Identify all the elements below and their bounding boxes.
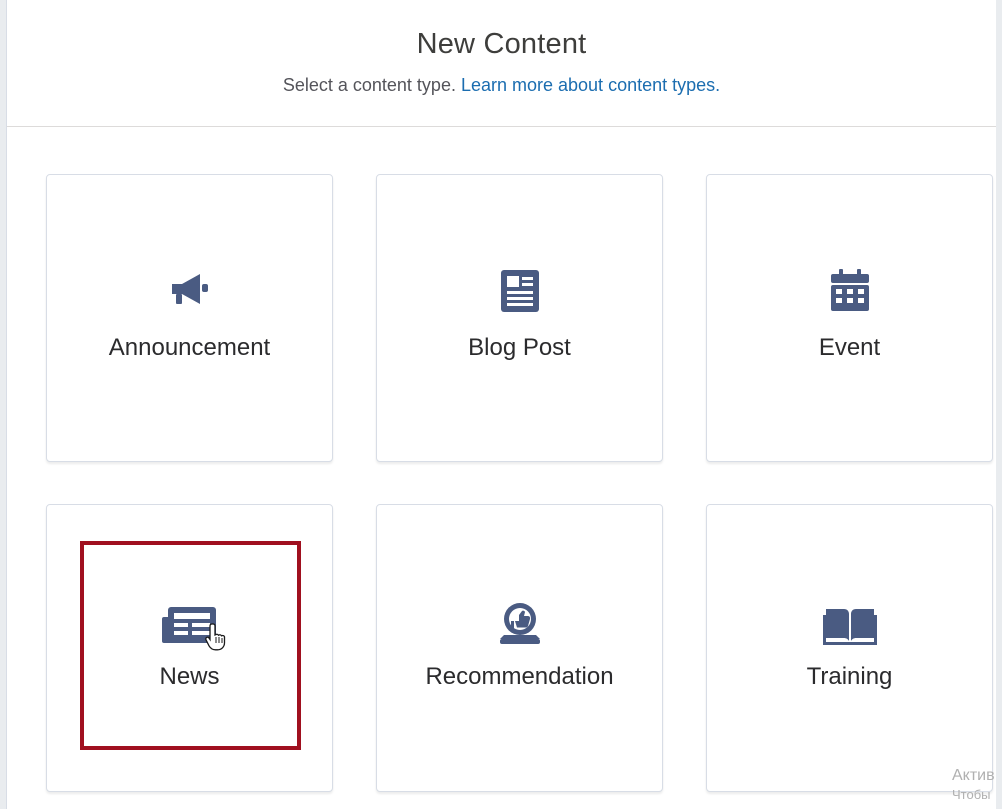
calendar-icon	[830, 269, 869, 311]
tile-label: Recommendation	[425, 663, 614, 690]
modal-subtitle: Select a content type. Learn more about …	[7, 75, 996, 96]
tile-training[interactable]: Training	[706, 504, 993, 792]
watermark: Актив Чтобы	[952, 766, 995, 804]
tile-recommendation[interactable]: Recommendation	[376, 504, 663, 792]
watermark-line1: Актив	[952, 767, 995, 784]
open-book-icon	[822, 609, 877, 645]
tile-label: Announcement	[108, 334, 271, 361]
tile-label: Event	[818, 334, 881, 361]
highlight-box	[80, 541, 301, 750]
tile-blog-post[interactable]: Blog Post	[376, 174, 663, 462]
modal-title: New Content	[416, 28, 587, 60]
tile-label: Blog Post	[468, 334, 571, 361]
modal-header: New Content Select a content type. Learn…	[7, 0, 996, 127]
hand-cursor-icon	[205, 623, 226, 651]
learn-more-link[interactable]: Learn more about content types.	[461, 75, 720, 95]
tile-label: Training	[806, 663, 893, 690]
watermark-line2: Чтобы	[952, 786, 991, 802]
tile-announcement[interactable]: Announcement	[46, 174, 333, 462]
tile-event[interactable]: Event	[706, 174, 993, 462]
megaphone-icon	[171, 274, 208, 304]
subtitle-text: Select a content type.	[282, 75, 456, 95]
recommendation-icon	[499, 603, 540, 644]
article-icon	[500, 270, 539, 312]
